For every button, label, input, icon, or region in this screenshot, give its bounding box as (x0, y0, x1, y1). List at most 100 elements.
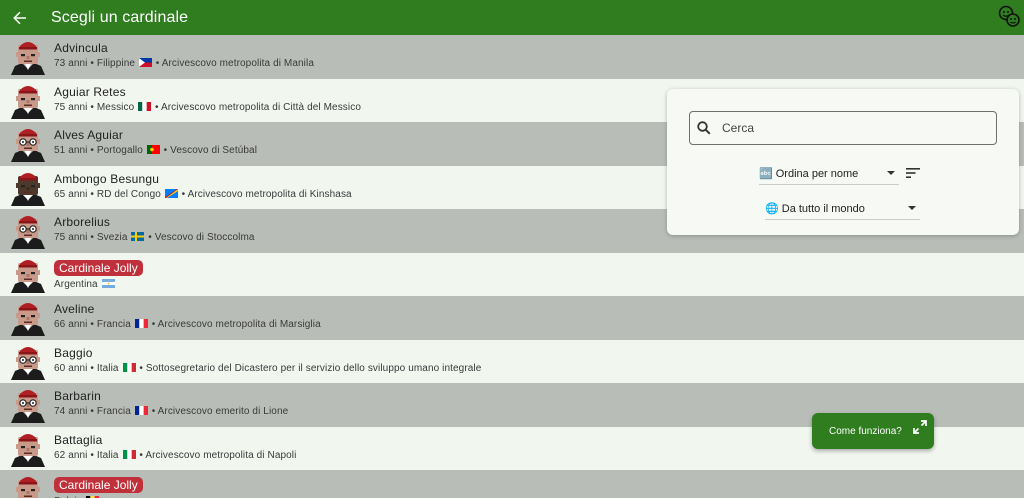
cardinal-role: Vescovo di Setúbal (170, 145, 258, 156)
dropdown-arrow-icon (887, 171, 895, 175)
cardinal-details: 75 anni • Svezia • Vescovo di Stoccolma (54, 232, 255, 243)
flag-it-icon (122, 362, 136, 372)
special-cardinal-badge: Cardinale Jolly (54, 477, 143, 493)
cardinal-details: 51 anni • Portogallo • Vescovo di Setúba… (54, 145, 258, 156)
cardinal-country: RD del Congo (96, 188, 161, 200)
search-icon (697, 121, 711, 135)
cardinal-name: Advincula (54, 41, 108, 55)
cardinal-details: 73 anni • Filippine • Arcivescovo metrop… (54, 58, 314, 69)
cardinal-country: Portogallo (96, 145, 143, 156)
cardinal-role: Arcivescovo metropolita di Città del Mes… (160, 101, 361, 113)
cardinal-role: Vescovo di Stoccolma (154, 232, 255, 243)
special-cardinal-badge: Cardinale Jolly (54, 259, 143, 276)
cardinal-age: 75 anni (54, 232, 88, 243)
cardinal-avatar-icon (11, 346, 45, 380)
cardinal-country: Svezia (96, 232, 128, 243)
cardinal-name: Baggio (54, 345, 93, 360)
cardinal-details: 75 anni • Messico • Arcivescovo metropol… (54, 101, 361, 113)
cardinal-age: 60 anni (54, 362, 88, 374)
region-dropdown[interactable]: 🌐 Da tutto il mondo (765, 198, 920, 220)
app-bar: Scegli un cardinale (0, 0, 1024, 35)
cardinal-avatar-icon (11, 172, 45, 206)
cardinal-row[interactable]: Baggio 60 anni • Italia • Sottosegretario… (0, 339, 1024, 383)
flag-mx-icon (138, 101, 152, 111)
cardinal-avatar-icon (11, 303, 45, 336)
cardinal-age: 75 anni (54, 101, 88, 113)
dropdown-arrow-icon (908, 206, 916, 210)
cardinal-text: Alves Aguiar 51 anni • Portogallo • Vesco… (54, 128, 257, 157)
cardinal-name: Alves Aguiar (54, 128, 124, 142)
cardinal-role: Arcivescovo metropolita di Kinshasa (187, 188, 352, 200)
cardinal-details: 65 anni • RD del Congo • Arcivescovo met… (54, 188, 352, 200)
sort-dropdown[interactable]: 🔤 Ordina per nome (759, 163, 899, 185)
flag-ph-icon (138, 58, 152, 67)
cardinal-country: Francia (96, 406, 131, 417)
cardinal-details: 66 anni • Francia • Arcivescovo metropol… (54, 319, 321, 330)
cardinal-age: 51 anni (54, 145, 88, 156)
flag-it-icon (122, 449, 136, 459)
cardinal-details: 62 anni • Italia • Arcivescovo metropoli… (54, 449, 297, 461)
cardinal-row[interactable]: Cardinale JollyBelgio (0, 470, 1024, 498)
cardinal-country: Italia (96, 362, 119, 374)
page-title: Scegli un cardinale (51, 8, 189, 26)
cardinal-text: Battaglia 62 anni • Italia • Arcivescovo … (54, 433, 296, 462)
cardinal-name: Ambongo Besungu (54, 171, 160, 186)
cardinal-name: Aguiar Retes (54, 84, 126, 99)
cardinal-row[interactable]: Aveline 66 anni • Francia • Arcivescovo m… (0, 296, 1024, 340)
flag-fr-icon (134, 406, 148, 415)
cardinal-text: Ambongo Besungu 65 anni • RD del Congo • … (54, 172, 352, 201)
cardinal-role: Sottosegretario del Dicastero per il ser… (145, 362, 482, 374)
cardinal-age: 73 anni (54, 58, 88, 69)
cardinal-avatar-icon (11, 129, 45, 162)
cardinal-role: Arcivescovo emerito di Lione (157, 406, 289, 417)
cardinal-avatar-icon (11, 259, 45, 293)
mascot-button[interactable] (998, 5, 1020, 27)
cardinal-name: Arborelius (54, 215, 111, 229)
cardinal-country: Francia (96, 319, 131, 330)
cardinal-age: 62 anni (54, 449, 88, 461)
cardinal-age: 65 anni (54, 188, 88, 200)
cardinal-avatar-icon (11, 85, 45, 119)
how-it-works-button[interactable]: Come funziona? (812, 413, 934, 449)
cardinal-role: Arcivescovo metropolita di Manila (161, 58, 314, 69)
cardinal-avatar-icon (11, 433, 45, 467)
cardinal-avatar-icon (16, 477, 40, 498)
flag-ar-icon (101, 278, 115, 288)
search-input[interactable] (722, 121, 972, 135)
cardinal-text: Arborelius 75 anni • Svezia • Vescovo di … (54, 215, 255, 244)
cardinal-age: 74 anni (54, 406, 88, 417)
arrow-back-icon (13, 11, 26, 24)
cardinal-text: Advincula 73 anni • Filippine • Arcivesco… (54, 41, 314, 70)
mascot-faces-icon (998, 5, 1020, 27)
cardinal-country: Messico (96, 101, 135, 113)
cardinal-text: Baggio 60 anni • Italia • Sottosegretario… (54, 346, 481, 375)
cardinal-name: Battaglia (54, 432, 103, 447)
cardinal-details: 60 anni • Italia • Sottosegretario del D… (54, 362, 482, 374)
sort-order-icon[interactable] (905, 166, 921, 180)
cardinal-text: Cardinale Jolly Argentina (54, 259, 143, 291)
cardinal-age: 66 anni (54, 319, 88, 330)
cardinal-avatar-icon (11, 390, 45, 423)
filter-panel: 🔤 Ordina per nome 🌐 Da tutto il mondo (667, 89, 1019, 235)
cardinal-country: Argentina (54, 278, 98, 290)
cardinal-text: Aguiar Retes 75 anni • Messico • Arcivesc… (54, 85, 361, 114)
cardinal-name: Barbarin (54, 389, 101, 403)
sort-dropdown-label: 🔤 Ordina per nome (759, 168, 859, 180)
cardinal-avatar-icon (11, 216, 45, 249)
back-button[interactable] (0, 0, 40, 35)
cardinal-role: Arcivescovo metropolita di Napoli (145, 449, 297, 461)
cardinal-country: Filippine (96, 58, 136, 69)
cardinal-text: Cardinale JollyBelgio (54, 476, 143, 498)
cardinal-row[interactable]: Advincula 73 anni • Filippine • Arcivesco… (0, 35, 1024, 79)
cardinal-details: Argentina (54, 278, 143, 291)
expand-icon (913, 420, 927, 434)
flag-se-icon (131, 232, 145, 241)
cardinal-text: Aveline 66 anni • Francia • Arcivescovo m… (54, 302, 321, 331)
search-box (689, 111, 997, 145)
how-it-works-label: Come funziona? (829, 425, 902, 437)
cardinal-role: Arcivescovo metropolita di Marsiglia (157, 319, 321, 330)
flag-pt-icon (146, 145, 160, 154)
cardinal-avatar-icon (11, 42, 45, 75)
cardinal-text: Barbarin 74 anni • Francia • Arcivescovo … (54, 389, 288, 418)
cardinal-row[interactable]: Cardinale Jolly Argentina (0, 252, 1024, 296)
